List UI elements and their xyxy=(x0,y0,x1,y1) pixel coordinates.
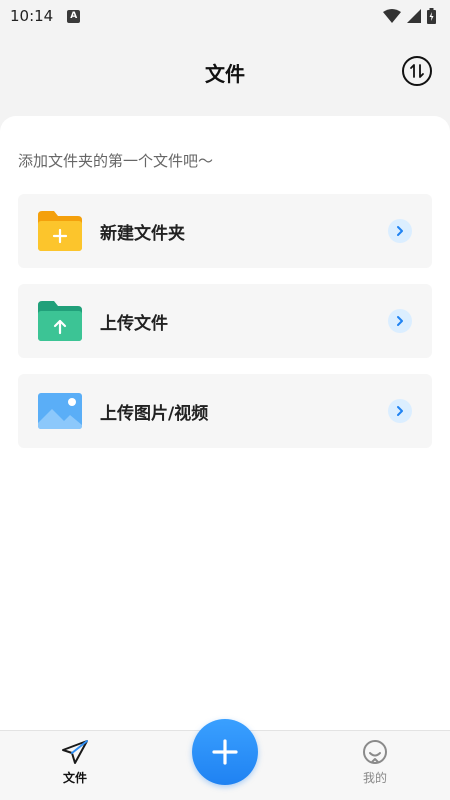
screen: 10:14 A 文件 添加文件夹的第一个文件吧～ 新建文件夹 上传文件 上传图片… xyxy=(0,0,450,800)
signal-icon xyxy=(407,9,421,23)
chevron-right-icon xyxy=(397,316,403,326)
upload-image-chevron[interactable] xyxy=(388,399,412,423)
chevron-right-icon xyxy=(397,406,403,416)
page-title: 文件 xyxy=(205,61,245,86)
main-card: 添加文件夹的第一个文件吧～ 新建文件夹 上传文件 上传图片/视频 xyxy=(0,116,450,730)
wifi-icon xyxy=(383,9,401,23)
chevron-right-icon xyxy=(397,226,403,236)
status-bar: 10:14 A xyxy=(0,0,450,32)
paper-plane-icon xyxy=(62,740,88,764)
bottom-nav: 文件 我的 xyxy=(0,719,450,800)
empty-hint: 添加文件夹的第一个文件吧～ xyxy=(18,152,214,170)
upload-image-icon xyxy=(38,391,82,431)
notification-a-icon: A xyxy=(67,9,81,23)
nav-item-files[interactable]: 文件 xyxy=(45,739,105,795)
profile-icon xyxy=(363,740,387,764)
upload-image-item[interactable]: 上传图片/视频 xyxy=(18,374,432,448)
add-fab-button[interactable] xyxy=(192,719,258,785)
status-icons xyxy=(383,8,436,24)
new-folder-item[interactable]: 新建文件夹 xyxy=(18,194,432,268)
sort-button[interactable] xyxy=(402,56,432,86)
battery-icon xyxy=(427,8,436,24)
new-folder-label: 新建文件夹 xyxy=(100,223,185,244)
upload-file-icon xyxy=(38,301,82,341)
upload-file-label: 上传文件 xyxy=(100,313,168,334)
nav-item-mine[interactable]: 我的 xyxy=(345,739,405,795)
plus-icon xyxy=(212,739,238,765)
upload-file-chevron[interactable] xyxy=(388,309,412,333)
upload-image-label: 上传图片/视频 xyxy=(100,403,209,424)
new-folder-icon xyxy=(38,211,82,251)
nav-label-mine: 我的 xyxy=(362,771,387,785)
nav-label-files: 文件 xyxy=(62,771,87,785)
sort-arrows-icon xyxy=(410,64,424,78)
upload-file-item[interactable]: 上传文件 xyxy=(18,284,432,358)
status-time: 10:14 xyxy=(10,7,54,25)
new-folder-chevron[interactable] xyxy=(388,219,412,243)
header: 文件 xyxy=(0,32,450,112)
